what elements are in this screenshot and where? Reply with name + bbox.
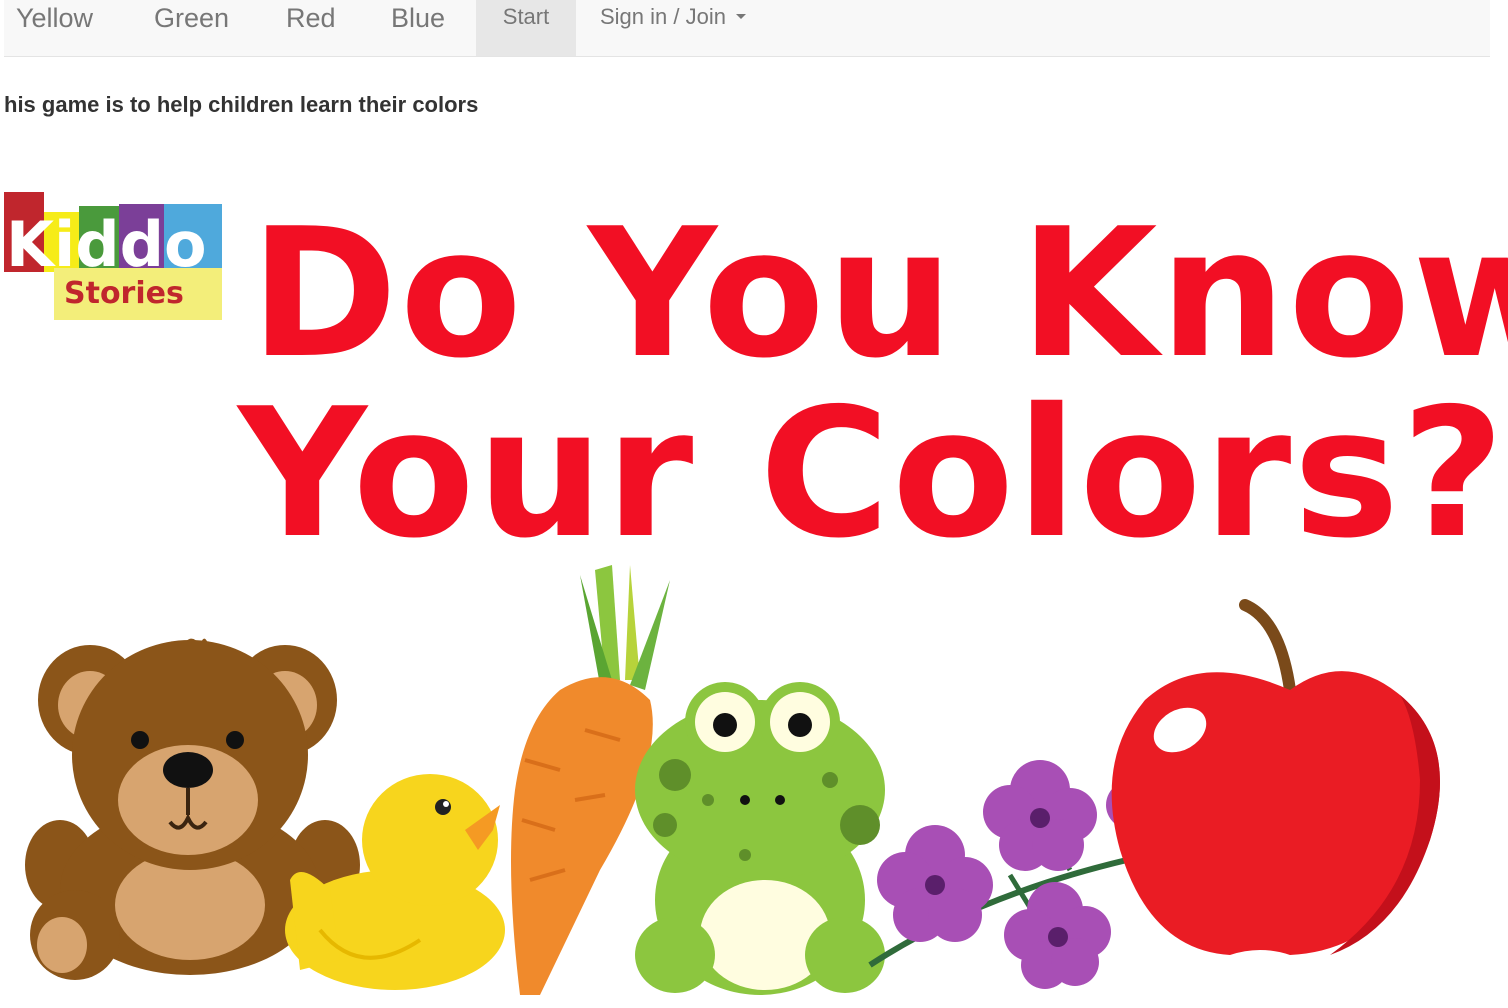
nav-sign-in-join-dropdown[interactable]: Sign in / Join	[600, 0, 746, 56]
nav-blue[interactable]: Blue	[391, 0, 445, 56]
logo-kiddo-text: Kiddo	[6, 208, 207, 281]
intro-text: his game is to help children learn their…	[4, 92, 479, 117]
top-navbar: Yellow Green Red Blue Start Sign in / Jo…	[4, 0, 1490, 57]
sign-in-join-label: Sign in / Join	[600, 4, 726, 29]
kiddo-stories-logo: Kiddo Stories	[4, 192, 222, 320]
headline-line-1: Do You Know	[250, 190, 1508, 397]
rubber-duck-icon	[285, 774, 505, 990]
frog-icon	[635, 682, 885, 995]
nav-start[interactable]: Start	[476, 0, 576, 56]
caret-down-icon	[735, 13, 746, 19]
nav-green[interactable]: Green	[154, 0, 229, 56]
nav-red[interactable]: Red	[286, 0, 336, 56]
apple-icon	[1111, 599, 1440, 955]
logo-stories-text: Stories	[64, 276, 184, 311]
nav-yellow[interactable]: Yellow	[16, 0, 93, 56]
illustrations	[25, 565, 1440, 995]
headline-line-2: Your Colors?	[238, 370, 1507, 577]
